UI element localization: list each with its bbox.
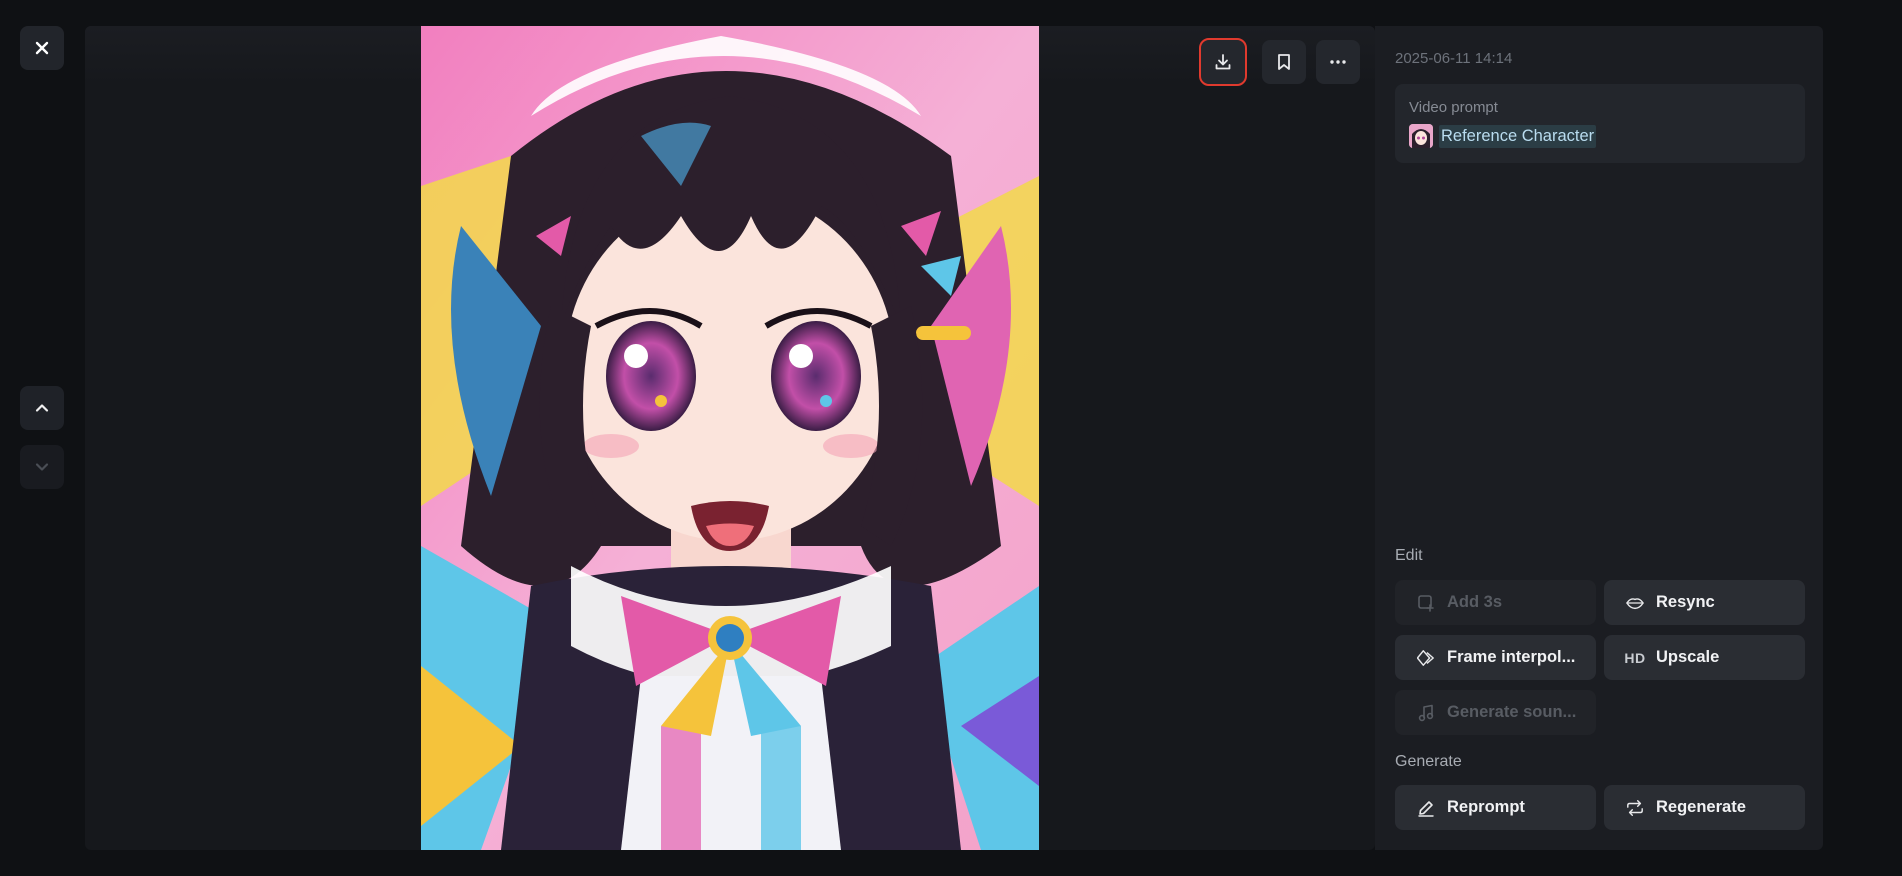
add-clip-icon [1417,594,1435,612]
timestamp: 2025-06-11 14:14 [1395,50,1513,67]
edit-section-title: Edit [1395,547,1423,564]
reference-character-chip[interactable]: Reference Character [1409,123,1597,149]
download-icon [1215,54,1231,70]
music-note-icon [1417,704,1435,722]
reference-character-label: Reference Character [1439,124,1597,148]
media-viewer [85,26,1375,850]
bookmark-button[interactable] [1262,40,1306,84]
download-button[interactable] [1199,38,1247,86]
resync-button[interactable]: Resync [1604,580,1805,625]
diamond-frames-icon [1417,649,1435,667]
more-horizontal-icon [1330,60,1346,64]
pencil-icon [1417,799,1435,817]
frame-interpolation-button[interactable]: Frame interpol... [1395,635,1596,680]
regenerate-label: Regenerate [1656,798,1746,816]
chevron-up-icon [35,404,49,412]
generate-sound-button[interactable]: Generate soun... [1395,690,1596,735]
close-button[interactable] [20,26,64,70]
close-icon [35,41,49,55]
generate-sound-label: Generate soun... [1447,703,1577,721]
video-prompt-card: Video prompt Reference Character [1395,84,1805,163]
resync-label: Resync [1656,593,1715,611]
regenerate-button[interactable]: Regenerate [1604,785,1805,830]
frame-interpolation-label: Frame interpol... [1447,648,1576,666]
reprompt-label: Reprompt [1447,798,1525,816]
upscale-label: Upscale [1656,648,1720,666]
add-3s-button[interactable]: Add 3s [1395,580,1596,625]
details-panel: 2025-06-11 14:14 Video prompt Reference … [1375,26,1823,850]
hd-icon: HD [1624,649,1646,666]
generated-image[interactable] [421,26,1039,850]
anime-character-illustration [421,26,1039,850]
generate-section-title: Generate [1395,753,1462,770]
lips-icon [1626,594,1644,612]
video-prompt-label: Video prompt [1409,99,1498,116]
bookmark-icon [1278,54,1290,70]
add-3s-label: Add 3s [1447,593,1503,611]
repeat-icon [1626,799,1644,817]
previous-item-button[interactable] [20,386,64,430]
next-item-button[interactable] [20,445,64,489]
chevron-down-icon [35,463,49,471]
reprompt-button[interactable]: Reprompt [1395,785,1596,830]
reference-character-thumbnail [1409,124,1433,148]
upscale-button[interactable]: HD Upscale [1604,635,1805,680]
more-options-button[interactable] [1316,40,1360,84]
